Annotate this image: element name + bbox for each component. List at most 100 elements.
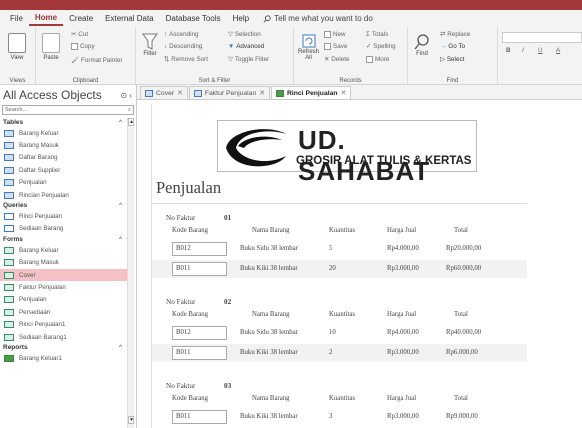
spelling-icon: ✓ (366, 43, 372, 50)
more-button[interactable]: More (366, 56, 389, 63)
tell-me-search[interactable]: Tell me what you want to do (263, 14, 373, 23)
new-record-button[interactable]: New (324, 31, 346, 38)
nav-controls[interactable]: ⊙ ‹ (120, 91, 132, 100)
nav-search-placeholder: Search... (5, 107, 28, 113)
menu-external-data[interactable]: External Data (99, 14, 159, 23)
replace-button[interactable]: ⇄ Replace (440, 31, 470, 38)
nav-scrollbar[interactable]: ▲ ▼ (127, 118, 134, 428)
go-to-button[interactable]: → Go To (440, 43, 465, 50)
descending-button[interactable]: ↓ Descending (164, 43, 202, 50)
font-color-button[interactable]: A (556, 47, 560, 54)
chevron-up-icon[interactable]: ^ (119, 345, 122, 351)
nav-item[interactable]: Penjualan (0, 177, 128, 189)
cursor-icon: ▷ (440, 56, 445, 63)
underline-button[interactable]: U (538, 47, 543, 54)
toggle-filter-button[interactable]: ▽ Toggle Filter (228, 56, 269, 63)
menu-create[interactable]: Create (63, 14, 99, 23)
nav-item[interactable]: Barang Masuk (0, 257, 128, 269)
scroll-down-icon[interactable]: ▼ (128, 416, 134, 424)
table-row: B011 Buku Kiki 38 lembar 2 Rp3.000,00 Rp6.00… (152, 344, 527, 362)
nav-item-label: Barang Keluar (19, 246, 59, 254)
toggle-filter-icon: ▽ (228, 56, 233, 63)
ascending-button[interactable]: ↑ Ascending (164, 31, 199, 38)
chevron-up-icon[interactable]: ^ (119, 203, 122, 209)
nav-item[interactable]: Daftar Supplier (0, 164, 128, 176)
scroll-up-icon[interactable]: ▲ (128, 118, 134, 126)
cut-label: Cut (78, 31, 89, 38)
font-name-select[interactable] (502, 32, 582, 43)
nav-item[interactable]: Rinci Penjualan (0, 210, 128, 222)
go-to-label: Go To (448, 43, 465, 50)
nav-item[interactable]: Barang Masuk (0, 139, 128, 151)
find-button[interactable]: Find (414, 33, 430, 57)
menu-database-tools[interactable]: Database Tools (160, 14, 227, 23)
spelling-button[interactable]: ✓ Spelling (366, 43, 396, 50)
bold-button[interactable]: B (506, 47, 511, 54)
menu-help[interactable]: Help (227, 14, 255, 23)
save-record-button[interactable]: Save (324, 43, 347, 50)
copy-button[interactable]: Copy (71, 43, 95, 50)
table-row: B012 Buku Sidu 38 lembar 5 Rp4.000,00 Rp20.0… (152, 240, 527, 258)
close-icon[interactable]: ✕ (177, 89, 183, 97)
nav-section-header[interactable]: Reports ^ (0, 343, 128, 352)
table-icon (4, 166, 14, 174)
chevron-up-icon[interactable]: ^ (119, 237, 122, 243)
nav-item[interactable]: Rincian Penjualan (0, 189, 128, 201)
italic-button[interactable]: I (522, 47, 524, 54)
format-painter-button[interactable]: 🖌 Format Painter (71, 56, 123, 65)
advanced-button[interactable]: ▼ Advanced (228, 43, 264, 50)
nav-section-header[interactable]: Forms ^ (0, 235, 128, 244)
cell-kode[interactable]: B011 (172, 410, 227, 424)
nav-header[interactable]: All Access Objects ⊙ ‹ (0, 85, 136, 105)
nav-item[interactable]: Cover (0, 268, 128, 282)
form-icon (4, 283, 14, 291)
toggle-filter-label: Toggle Filter (234, 56, 270, 63)
paste-button[interactable]: Paste (42, 33, 60, 61)
refresh-button[interactable]: Refresh All (298, 33, 319, 61)
filter-button[interactable]: Filter (142, 33, 158, 57)
menu-home[interactable]: Home (28, 11, 64, 26)
nav-item-label: Barang Masuk (19, 142, 59, 150)
nav-item[interactable]: Penjualan (0, 294, 128, 306)
company-logo: UD. SAHABAT GROSIR ALAT TULIS & KERTAS (217, 120, 477, 186)
cut-button[interactable]: ✂ Cut (71, 31, 88, 38)
nav-item[interactable]: Faktur Penjualan (0, 281, 128, 293)
cell-kode[interactable]: B011 (172, 262, 227, 276)
title-bar (0, 0, 582, 10)
nav-section-header[interactable]: Tables ^ (0, 118, 128, 127)
close-icon[interactable]: ✕ (259, 89, 265, 97)
remove-sort-button[interactable]: ⇅ Remove Sort (164, 56, 208, 63)
nav-item[interactable]: Sediaan Barang1 (0, 331, 128, 343)
nav-item[interactable]: Barang Keluar1 (0, 352, 128, 364)
cell-kode[interactable]: B012 (172, 326, 227, 340)
form-icon (4, 296, 14, 304)
cell-harga: Rp3.000,00 (387, 265, 419, 272)
cell-kode[interactable]: B011 (172, 346, 227, 360)
close-icon[interactable]: ✕ (341, 89, 347, 97)
select-button[interactable]: ▷ Select (440, 56, 464, 63)
nav-search-input[interactable]: Search... ⌕ (2, 105, 134, 115)
nav-item[interactable]: Barang Keluar (0, 127, 128, 139)
chevron-up-icon[interactable]: ^ (119, 120, 122, 126)
tab-rinci-penjualan[interactable]: Rinci Penjualan ✕ (270, 86, 352, 99)
nav-item[interactable]: Rinci Penjualan1 (0, 318, 128, 330)
cell-kode[interactable]: B012 (172, 242, 227, 256)
tab-cover[interactable]: Cover ✕ (140, 86, 188, 99)
nav-item[interactable]: Daftar Barang (0, 152, 128, 164)
view-button[interactable]: View (8, 33, 26, 61)
form-icon (4, 321, 14, 329)
search-icon (263, 14, 271, 23)
totals-button[interactable]: Σ Totals (366, 31, 388, 38)
column-header: Total (454, 227, 468, 234)
menu-file[interactable]: File (4, 14, 29, 23)
selection-button[interactable]: ▽ Selection (228, 31, 261, 38)
tab-faktur-penjualan[interactable]: Faktur Penjualan ✕ (188, 86, 270, 99)
nav-item[interactable]: Barang Keluar (0, 244, 128, 256)
nav-item[interactable]: Sediaan Barang (0, 223, 128, 235)
delete-record-button[interactable]: ✕ Delete (324, 56, 349, 63)
brush-icon: 🖌 (71, 57, 79, 64)
save-icon (324, 43, 331, 50)
nav-item[interactable]: Persediaan (0, 306, 128, 318)
text-format-group: B I U A (498, 27, 582, 85)
nav-section-header[interactable]: Queries ^ (0, 201, 128, 210)
